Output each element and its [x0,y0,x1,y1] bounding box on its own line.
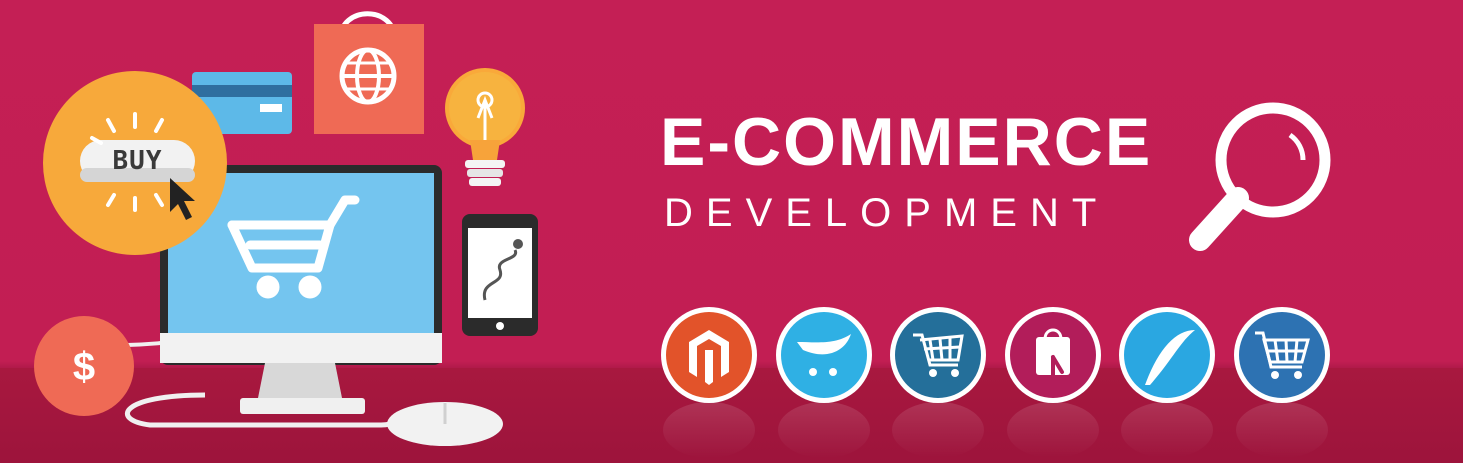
prestashop-bag-icon[interactable] [1005,307,1101,403]
oscommerce-cart-icon[interactable] [890,307,986,403]
icons-reflection [663,402,1328,458]
shopping-cart-icon[interactable] [1234,307,1330,403]
opencart-icon[interactable] [776,307,872,403]
swift-wing-icon[interactable] [1119,307,1215,403]
magento-icon[interactable] [661,307,757,403]
platform-icons-row [661,307,1330,458]
ecommerce-banner: BUY $ E-COMMERCE DEVELOPMENT [0,0,1463,463]
